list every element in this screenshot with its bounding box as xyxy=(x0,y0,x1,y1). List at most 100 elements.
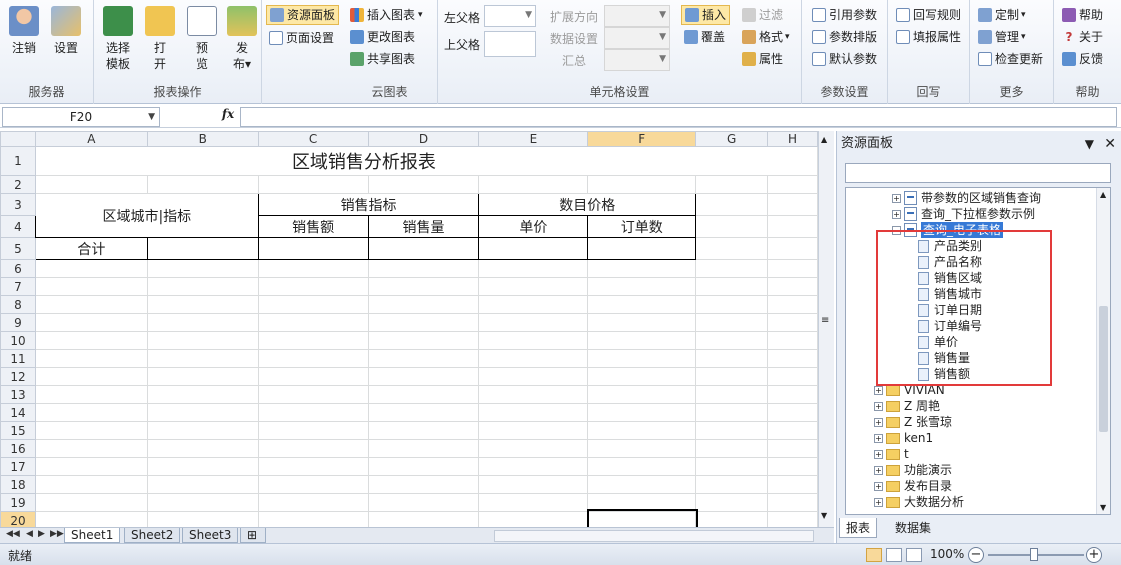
col-header-g[interactable]: G xyxy=(695,131,769,147)
cell[interactable] xyxy=(478,475,589,494)
cell[interactable] xyxy=(478,259,589,278)
cell[interactable] xyxy=(34,511,148,527)
cell[interactable] xyxy=(478,295,589,314)
expand-icon[interactable]: + xyxy=(874,481,883,491)
cell[interactable] xyxy=(34,439,148,458)
scroll-down-icon[interactable]: ▼ xyxy=(821,511,827,520)
row-header[interactable]: 11 xyxy=(0,349,36,368)
cell[interactable] xyxy=(367,511,480,527)
cell[interactable] xyxy=(695,457,769,476)
cell[interactable] xyxy=(34,277,148,296)
expand-direction-select[interactable]: ▼ xyxy=(604,5,670,27)
cell[interactable] xyxy=(695,439,769,458)
col-header-d[interactable]: D xyxy=(367,131,480,147)
cell[interactable] xyxy=(587,295,697,314)
cell[interactable] xyxy=(367,349,480,368)
cell[interactable] xyxy=(146,349,259,368)
cell[interactable] xyxy=(767,511,818,527)
help-button[interactable]: 帮助 xyxy=(1062,5,1103,25)
cell[interactable] xyxy=(587,421,697,440)
cell[interactable] xyxy=(767,277,818,296)
scroll-down-icon[interactable]: ▼ xyxy=(1100,503,1106,512)
page-break-view-icon[interactable] xyxy=(906,548,922,562)
resource-search-input[interactable] xyxy=(845,163,1111,183)
cell[interactable] xyxy=(587,457,697,476)
row-header[interactable]: 13 xyxy=(0,385,36,404)
total-label[interactable]: 合计 xyxy=(34,237,148,260)
tree-node-folder[interactable]: + ken1 xyxy=(874,430,933,446)
cell[interactable] xyxy=(146,475,259,494)
cell[interactable] xyxy=(257,475,369,494)
share-chart-button[interactable]: 共享图表 xyxy=(350,49,415,69)
cell[interactable] xyxy=(587,277,697,296)
report-title[interactable]: 区域销售分析报表 xyxy=(34,146,818,176)
cell[interactable] xyxy=(257,421,369,440)
col-header-c[interactable]: C xyxy=(257,131,369,147)
logout-button[interactable]: 注销 xyxy=(6,6,42,56)
first-sheet-icon[interactable]: ◀◀ xyxy=(6,529,20,539)
cell[interactable] xyxy=(367,175,480,194)
cell[interactable] xyxy=(34,457,148,476)
tree-node-folder[interactable]: + 大数据分析 xyxy=(874,494,964,510)
col-header-b[interactable]: B xyxy=(146,131,259,147)
cover-button[interactable]: 覆盖 xyxy=(684,27,725,47)
cell[interactable] xyxy=(695,421,769,440)
cell[interactable] xyxy=(695,403,769,422)
cell[interactable] xyxy=(695,175,769,194)
cell[interactable] xyxy=(695,493,769,512)
cell[interactable] xyxy=(587,349,697,368)
cell[interactable] xyxy=(767,295,818,314)
open-button[interactable]: 打 开 xyxy=(142,6,178,72)
param-layout-button[interactable]: 参数排版 xyxy=(812,27,877,47)
expand-icon[interactable]: + xyxy=(892,193,901,203)
cell[interactable] xyxy=(695,237,769,260)
top-parent-select[interactable] xyxy=(484,31,536,57)
cell[interactable] xyxy=(478,511,589,527)
row-header[interactable]: 3 xyxy=(0,193,36,216)
tree-node-folder[interactable]: + 功能演示 xyxy=(874,462,952,478)
cell[interactable] xyxy=(478,403,589,422)
cell[interactable] xyxy=(695,259,769,278)
cell[interactable] xyxy=(146,331,259,350)
cell[interactable] xyxy=(478,331,589,350)
preview-button[interactable]: 预 览 xyxy=(184,6,220,72)
cell[interactable] xyxy=(257,349,369,368)
cell[interactable] xyxy=(257,237,369,260)
cell[interactable] xyxy=(34,367,148,386)
cell[interactable] xyxy=(478,457,589,476)
manage-button[interactable]: 管理 ▾ xyxy=(978,27,1026,47)
tree-node-report[interactable]: + 带参数的区域销售查询 xyxy=(892,190,1041,206)
cell[interactable] xyxy=(767,215,818,238)
page-layout-view-icon[interactable] xyxy=(886,548,902,562)
cell[interactable] xyxy=(587,385,697,404)
cell[interactable] xyxy=(257,295,369,314)
cell[interactable] xyxy=(695,475,769,494)
panel-menu-icon[interactable]: ▼ xyxy=(1085,131,1094,157)
filter-button[interactable]: 过滤 xyxy=(742,5,783,25)
region-city-header[interactable]: 区域城市|指标 xyxy=(34,193,259,238)
zoom-slider-thumb[interactable] xyxy=(1030,548,1038,561)
col-header-h[interactable]: H xyxy=(767,131,818,147)
about-button[interactable]: ? 关于 xyxy=(1062,27,1104,47)
cell[interactable] xyxy=(767,475,818,494)
order-count-header[interactable]: 订单数 xyxy=(587,215,697,238)
unit-price-header[interactable]: 单价 xyxy=(478,215,589,238)
corner-cell[interactable] xyxy=(0,131,36,147)
cell[interactable] xyxy=(367,475,480,494)
cell[interactable] xyxy=(146,313,259,332)
cell[interactable] xyxy=(767,175,818,194)
row-header[interactable]: 16 xyxy=(0,439,36,458)
cell[interactable] xyxy=(767,439,818,458)
fx-icon[interactable]: fx xyxy=(218,107,238,121)
cell[interactable] xyxy=(257,259,369,278)
cell[interactable] xyxy=(146,421,259,440)
row-header[interactable]: 8 xyxy=(0,295,36,314)
cell[interactable] xyxy=(34,475,148,494)
scroll-grip-icon[interactable]: ≡ xyxy=(821,315,829,326)
cell[interactable] xyxy=(695,193,769,216)
cell[interactable] xyxy=(767,493,818,512)
check-update-button[interactable]: 检查更新 xyxy=(978,49,1043,69)
cell[interactable] xyxy=(695,385,769,404)
cell[interactable] xyxy=(257,403,369,422)
cell[interactable] xyxy=(367,295,480,314)
